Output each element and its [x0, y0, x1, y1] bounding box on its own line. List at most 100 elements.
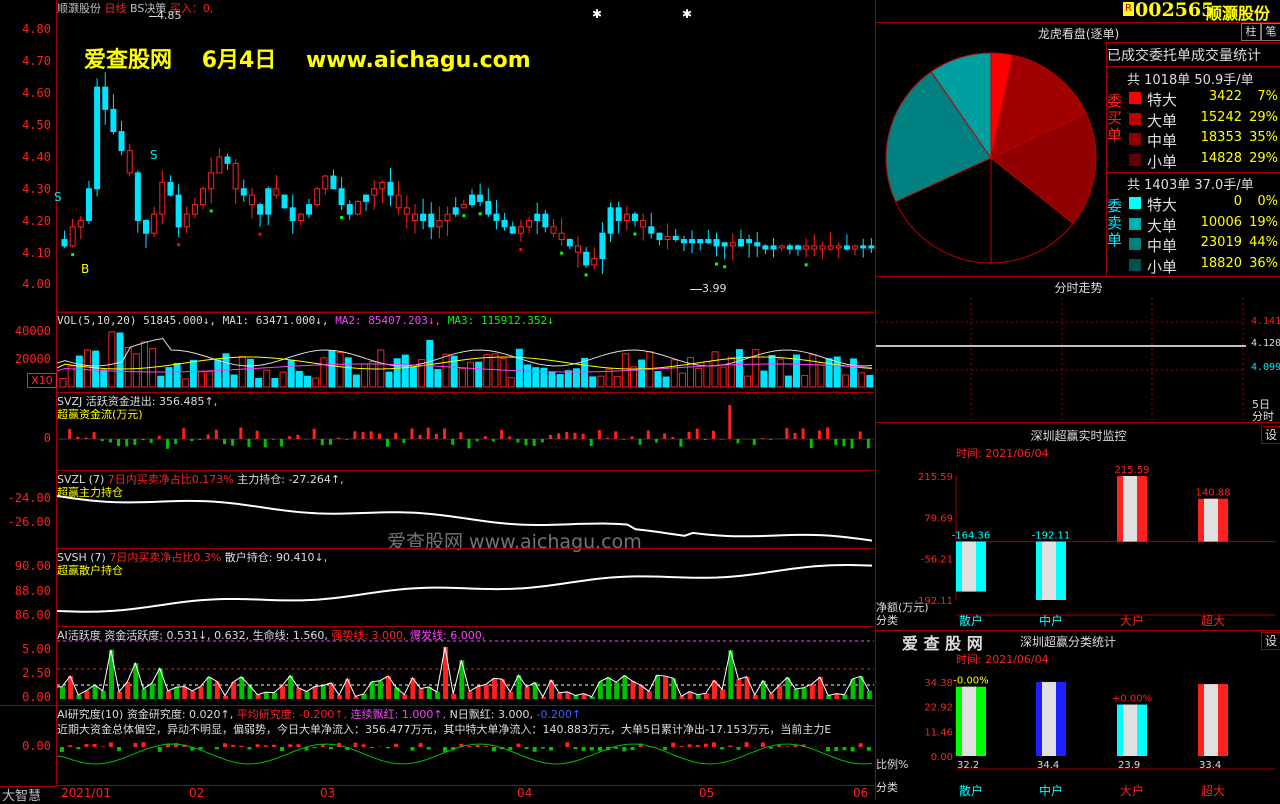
research-bar	[117, 747, 121, 751]
candle-body	[62, 240, 67, 246]
research-bar	[280, 747, 284, 751]
volume-bar	[362, 364, 368, 387]
research-bar	[476, 745, 480, 747]
classify-value: 33.4	[1199, 760, 1221, 771]
research-bar	[736, 747, 740, 750]
activity-bar	[777, 685, 782, 699]
flow-bar	[117, 439, 120, 446]
activity-bar	[867, 690, 872, 699]
flow-bar	[728, 405, 731, 439]
classify-bar-gloss	[962, 687, 976, 756]
research-bar	[761, 743, 765, 747]
monitor-bar-chart: 215.5979.69-56.21-192.11-164.36散户-192.11…	[876, 422, 1280, 630]
ai-active-pane[interactable]: AI活跃度 资金活跃度: 0.531↓, 0.632, 生命线: 1.560, …	[57, 626, 874, 706]
candle-body	[445, 214, 450, 220]
activity-bar	[476, 686, 481, 699]
flow-bar	[142, 439, 145, 440]
sell-total: 共 1403单 37.0手/单	[1127, 174, 1254, 193]
research-bar	[484, 746, 488, 747]
intraday-panel[interactable]: 分时走势 4.141 4.120 4.099 5日 分时	[875, 276, 1280, 423]
candle-body	[592, 259, 597, 265]
candle-body	[339, 189, 344, 205]
candle-body	[624, 214, 629, 220]
research-bar	[590, 747, 594, 750]
volume-bar	[101, 370, 107, 387]
order-volume: 3422	[1197, 89, 1242, 104]
candle-body	[608, 208, 613, 233]
candle-body	[380, 182, 385, 188]
activity-bar	[834, 694, 839, 699]
activity-bar	[842, 695, 847, 699]
flow-bar	[679, 439, 682, 447]
activity-bar	[353, 696, 358, 699]
candle-body	[388, 182, 393, 195]
flow-bar	[468, 439, 471, 448]
candle-body	[111, 109, 116, 131]
activity-bar	[264, 692, 269, 699]
volume-bar	[525, 365, 531, 387]
flow-bar	[345, 439, 348, 440]
candle-body	[290, 208, 295, 221]
flow-bar	[590, 439, 593, 446]
activity-bar	[280, 686, 285, 699]
research-bar	[93, 744, 97, 747]
volume-bar	[313, 378, 319, 387]
flow-bar	[296, 435, 299, 439]
ma1-line	[57, 339, 872, 366]
research-bar	[419, 743, 423, 747]
svzj-pane[interactable]: SVZJ 活跃资金进出: 356.485↑, 超赢资金流(万元)	[57, 392, 874, 471]
flow-bar	[736, 439, 739, 443]
svsh-pane[interactable]: SVSH (7) 7日内买卖净占比0.3% 散户持仓: 90.410↓, 超赢散…	[57, 548, 874, 627]
candle-body	[184, 214, 189, 227]
candle-body	[633, 214, 638, 220]
classify-tick: 11.46	[924, 727, 953, 738]
activity-bar	[647, 691, 652, 699]
kline-pane[interactable]: 顺灏股份 日线 BS决策 买入：0, 4.85 爱查股网 6月4日 www.ai…	[57, 0, 874, 312]
monitor-value: 140.88	[1196, 488, 1231, 499]
volume-bar	[435, 370, 441, 387]
buy-signal-b: B	[81, 262, 89, 276]
signal-dot	[259, 233, 262, 236]
candlestick-chart: ✱✱	[57, 0, 874, 312]
svsh-tick: 88.00	[15, 584, 51, 598]
research-bar	[394, 744, 398, 747]
flow-bar	[231, 439, 234, 446]
candle-body	[690, 240, 695, 243]
volume-bar	[549, 372, 555, 387]
volume-bar	[109, 332, 115, 387]
monitor-value: 215.59	[1115, 465, 1150, 476]
svzl-pane[interactable]: SVZL (7) 7日内买卖净占比0.173% 主力持仓: -27.264↑, …	[57, 470, 874, 549]
flow-bar	[614, 431, 617, 439]
activity-bar	[769, 694, 774, 699]
order-volume: 14828	[1197, 151, 1242, 166]
flow-bar	[712, 431, 715, 439]
candle-body	[820, 246, 825, 249]
monitor-tick: -56.21	[921, 555, 953, 566]
order-percent: 35%	[1242, 130, 1278, 145]
volume-bar	[443, 354, 449, 387]
price-tick: 4.50	[22, 118, 51, 132]
volume-pane[interactable]: VOL(5,10,20) 51845.000↓, MA1: 63471.000↓…	[57, 312, 874, 393]
candle-body	[315, 189, 320, 205]
activity-bar	[272, 693, 277, 699]
signal-dot	[71, 253, 74, 256]
volume-bar	[492, 354, 498, 387]
monitor-value: -192.11	[1032, 531, 1071, 542]
flow-bar	[321, 439, 324, 445]
candle-body	[844, 246, 849, 249]
legend-swatch	[1129, 238, 1141, 250]
sell-signal-s1: S	[54, 190, 62, 204]
flow-bar	[272, 439, 275, 440]
candle-body	[258, 205, 263, 215]
flow-bar	[239, 428, 242, 439]
research-bar	[679, 746, 683, 747]
volume-bar	[533, 368, 539, 387]
flow-bar	[851, 439, 854, 449]
flow-bar	[223, 439, 226, 444]
candle-body	[396, 195, 401, 208]
ai-research-pane[interactable]: AI研究度(10) 资金研究度: 0.020↑, 平均研究度: -0.200↑,…	[57, 705, 874, 786]
flow-bar	[451, 439, 454, 445]
research-bar	[859, 743, 863, 747]
candle-body	[559, 233, 564, 239]
flow-bar	[337, 438, 340, 439]
